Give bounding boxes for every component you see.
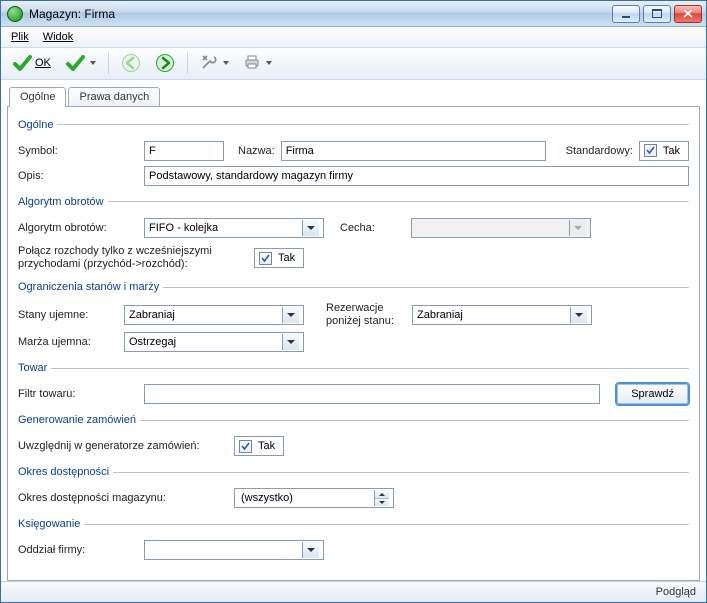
titlebar: Magazyn: Firma xyxy=(1,1,706,27)
minimize-button[interactable] xyxy=(612,5,640,23)
spinner-buttons xyxy=(374,490,389,506)
include-orders-checkbox-label: Tak xyxy=(258,440,275,452)
group-limits: Ograniczenia stanów i marży Stany ujemne… xyxy=(18,281,689,356)
group-booking: Księgowanie Oddział firmy: xyxy=(18,518,689,564)
printer-icon xyxy=(243,53,261,74)
tab-rights[interactable]: Prawa danych xyxy=(68,87,160,106)
goods-filter-input[interactable] xyxy=(144,384,600,404)
res-below-select[interactable]: Zabraniaj xyxy=(412,305,592,325)
group-orders: Generowanie zamówień Uwzględnij w genera… xyxy=(18,414,689,460)
chevron-down-icon xyxy=(282,334,299,350)
include-orders-label: Uwzględnij w generatorze zamówień: xyxy=(18,440,228,452)
check-icon xyxy=(65,53,85,73)
toolbar-separator xyxy=(108,52,109,74)
desc-label: Opis: xyxy=(18,170,138,182)
link-outflows-checkbox-label: Tak xyxy=(278,252,295,264)
chevron-down-icon xyxy=(282,307,299,323)
name-input[interactable] xyxy=(281,141,546,161)
standard-checkbox[interactable]: Tak xyxy=(639,141,689,161)
tab-general[interactable]: Ogólne xyxy=(9,87,66,107)
close-button[interactable] xyxy=(674,5,702,23)
check-button[interactable]: Sprawdź xyxy=(616,383,689,405)
availability-period-label: Okres dostępności magazynu: xyxy=(18,492,228,504)
menu-widok[interactable]: Widok xyxy=(43,31,74,43)
tools-icon xyxy=(200,53,218,74)
toolbar: OK xyxy=(1,48,706,80)
window-frame: Magazyn: Firma Plik Widok OK xyxy=(0,0,707,603)
group-legend: Generowanie zamówień xyxy=(18,414,140,426)
dropdown-arrow-icon xyxy=(90,61,96,65)
statusbar: Podgląd xyxy=(1,581,706,602)
spinner-down[interactable] xyxy=(375,499,389,507)
chevron-down-icon xyxy=(302,220,319,236)
standard-checkbox-label: Tak xyxy=(663,145,680,157)
tab-pane-general: Ogólne Symbol: Nazwa: Standardowy: Tak O… xyxy=(7,106,700,582)
branch-label: Oddział firmy: xyxy=(18,544,138,556)
goods-filter-label: Filtr towaru: xyxy=(18,388,138,400)
group-availability: Okres dostępności Okres dostępności maga… xyxy=(18,466,689,512)
print-button[interactable] xyxy=(238,50,277,76)
chevron-down-icon xyxy=(570,307,587,323)
tools-button[interactable] xyxy=(195,50,234,76)
symbol-label: Symbol: xyxy=(18,145,138,157)
arrow-right-icon xyxy=(155,53,175,73)
group-general: Ogólne Symbol: Nazwa: Standardowy: Tak O… xyxy=(18,119,689,190)
feature-label: Cecha: xyxy=(340,222,375,234)
status-preview[interactable]: Podgląd xyxy=(656,586,696,598)
link-outflows-checkbox[interactable]: Tak xyxy=(254,248,304,268)
check-icon xyxy=(12,53,32,73)
dropdown-arrow-icon xyxy=(266,61,272,65)
standard-label: Standardowy: xyxy=(566,145,633,157)
content-area: Ogólne Prawa danych Ogólne Symbol: Nazwa… xyxy=(1,80,706,582)
ok-label: OK xyxy=(35,57,51,69)
neg-stock-label: Stany ujemne: xyxy=(18,309,118,321)
group-goods: Towar Filtr towaru: Sprawdź xyxy=(18,362,689,408)
dropdown-arrow-icon xyxy=(223,61,229,65)
neg-margin-select[interactable]: Ostrzegaj xyxy=(124,332,304,352)
spinner-up[interactable] xyxy=(375,490,389,499)
branch-select[interactable] xyxy=(144,540,324,560)
toolbar-separator xyxy=(187,52,188,74)
availability-period-spinner[interactable]: (wszystko) xyxy=(234,488,394,508)
group-legend: Algorytm obrotów xyxy=(18,196,108,208)
window-controls xyxy=(612,5,702,23)
neg-stock-select[interactable]: Zabraniaj xyxy=(124,305,304,325)
forward-button[interactable] xyxy=(150,50,180,76)
group-algorithm: Algorytm obrotów Algorytm obrotów: FIFO … xyxy=(18,196,689,276)
chevron-down-icon xyxy=(569,220,586,236)
res-below-label: Rezerwacje poniżej stanu: xyxy=(326,302,406,328)
back-button[interactable] xyxy=(116,50,146,76)
maximize-button[interactable] xyxy=(643,5,671,23)
include-orders-checkbox[interactable]: Tak xyxy=(234,436,284,456)
menubar: Plik Widok xyxy=(1,27,706,48)
group-legend: Towar xyxy=(18,362,51,374)
app-icon xyxy=(7,6,23,22)
feature-select xyxy=(411,218,591,238)
menu-plik[interactable]: Plik xyxy=(11,31,29,43)
chevron-down-icon xyxy=(302,542,319,558)
group-legend: Okres dostępności xyxy=(18,466,113,478)
ok-button[interactable]: OK xyxy=(7,50,56,76)
desc-input[interactable] xyxy=(144,166,689,186)
group-legend: Ograniczenia stanów i marży xyxy=(18,281,163,293)
arrow-left-icon xyxy=(121,53,141,73)
group-legend: Księgowanie xyxy=(18,518,84,530)
symbol-input[interactable] xyxy=(144,141,224,161)
algorithm-label: Algorytm obrotów: xyxy=(18,222,138,234)
neg-margin-label: Marża ujemna: xyxy=(18,336,118,348)
tab-strip: Ogólne Prawa danych xyxy=(7,84,700,106)
name-label: Nazwa: xyxy=(238,145,275,157)
window-title: Magazyn: Firma xyxy=(29,7,612,21)
apply-button[interactable] xyxy=(60,50,101,76)
link-outflows-label: Połącz rozchody tylko z wcześniejszymi p… xyxy=(18,245,248,273)
group-legend: Ogólne xyxy=(18,119,57,131)
algorithm-select[interactable]: FIFO - kolejka xyxy=(144,218,324,238)
